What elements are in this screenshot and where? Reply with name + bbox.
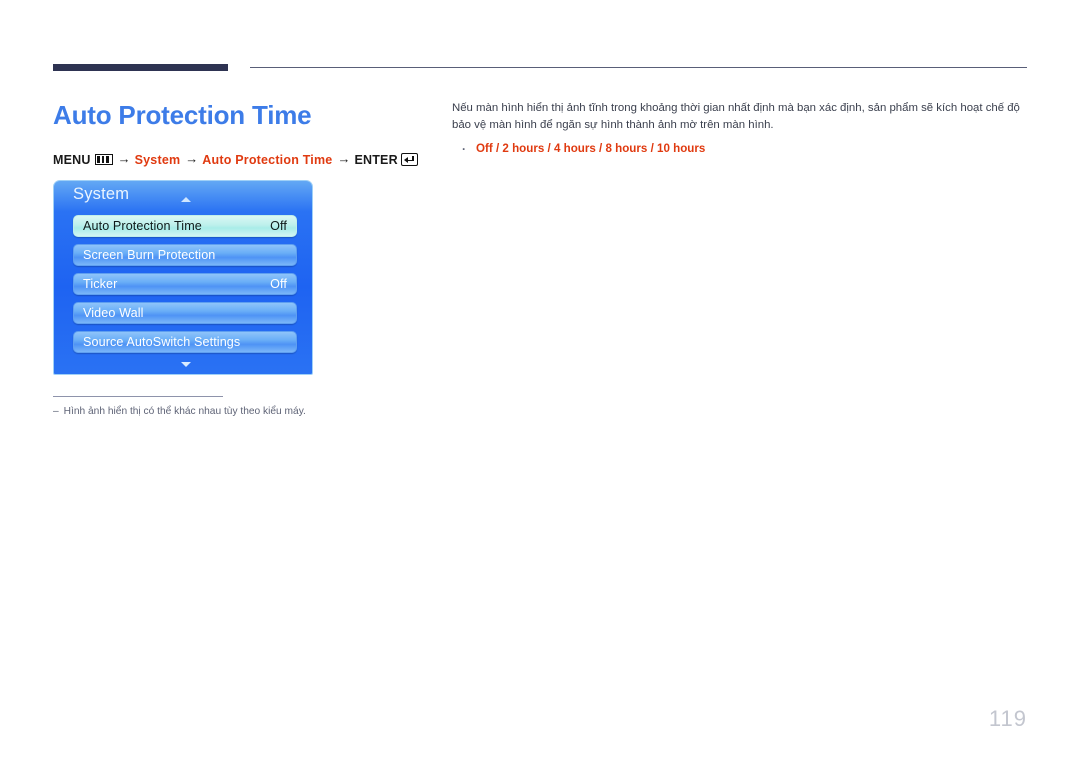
breadcrumb-arrow-2: → [185, 151, 199, 166]
caret-down-icon[interactable] [181, 362, 191, 367]
osd-row-value: Off [270, 277, 287, 291]
breadcrumb-step-system: System [134, 152, 181, 167]
breadcrumb-enter-label: ENTER [354, 152, 398, 167]
osd-row-value: Off [270, 219, 287, 233]
osd-header: System [54, 181, 312, 211]
description-column: Nếu màn hình hiển thị ảnh tĩnh trong kho… [452, 100, 1030, 156]
caret-up-icon[interactable] [181, 197, 191, 202]
osd-row-auto-protection-time[interactable]: Auto Protection Time Off [73, 215, 297, 237]
breadcrumb-arrow-3: → [337, 151, 351, 166]
osd-title: System [73, 185, 130, 203]
osd-menu-list: Auto Protection Time Off Screen Burn Pro… [73, 215, 297, 360]
header-rule-accent [53, 64, 228, 71]
footnote-divider [53, 396, 223, 397]
page-number: 119 [988, 706, 1027, 731]
footnote: – Hình ảnh hiển thị có thể khác nhau tùy… [53, 406, 306, 417]
osd-row-label: Ticker [83, 277, 118, 291]
osd-system-menu: System Auto Protection Time Off Screen B… [53, 180, 313, 375]
breadcrumb-step-feature: Auto Protection Time [202, 152, 333, 167]
breadcrumb: MENU → System → Auto Protection Time → E… [53, 151, 418, 167]
breadcrumb-menu-label: MENU [53, 152, 91, 167]
footnote-dash: – [53, 406, 59, 417]
breadcrumb-arrow-1: → [117, 151, 131, 166]
menu-bars-icon [94, 154, 113, 165]
osd-row-video-wall[interactable]: Video Wall [73, 302, 297, 324]
osd-row-label: Video Wall [83, 306, 144, 320]
bullet-marker-icon: · [462, 142, 466, 156]
page-title: Auto Protection Time [53, 100, 312, 130]
header-rule-line [250, 67, 1027, 68]
osd-row-screen-burn-protection[interactable]: Screen Burn Protection [73, 244, 297, 266]
osd-row-source-autoswitch-settings[interactable]: Source AutoSwitch Settings [73, 331, 297, 353]
options-list: Off / 2 hours / 4 hours / 8 hours / 10 h… [476, 142, 706, 155]
options-bullet-item: · Off / 2 hours / 4 hours / 8 hours / 10… [452, 142, 1030, 156]
osd-row-label: Source AutoSwitch Settings [83, 335, 241, 349]
osd-row-label: Screen Burn Protection [83, 248, 216, 262]
osd-row-ticker[interactable]: Ticker Off [73, 273, 297, 295]
footnote-text: Hình ảnh hiển thị có thể khác nhau tùy t… [63, 406, 306, 417]
description-paragraph: Nếu màn hình hiển thị ảnh tĩnh trong kho… [452, 102, 1020, 131]
enter-return-icon [400, 153, 418, 166]
osd-row-label: Auto Protection Time [83, 219, 202, 233]
manual-page: Auto Protection Time MENU → System → Aut… [0, 0, 1080, 763]
